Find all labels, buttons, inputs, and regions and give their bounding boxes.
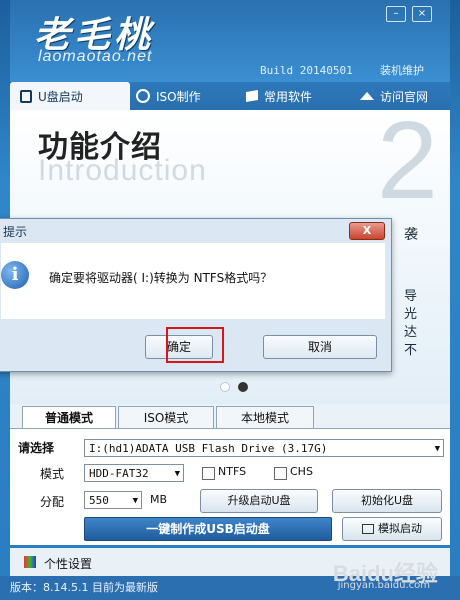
highlight-box	[166, 327, 224, 363]
app-header: 老毛桃 laomaotao.net Build 20140501 装机维护 – …	[10, 0, 450, 82]
nav-label: U盘启动	[38, 89, 83, 104]
simulate-boot-button[interactable]: 模拟启动	[342, 517, 442, 541]
package-icon	[246, 89, 258, 103]
app-window: 老毛桃 laomaotao.net Build 20140501 装机维护 – …	[0, 0, 460, 600]
cancel-button[interactable]: 取消	[263, 335, 377, 359]
carousel-dot-active[interactable]	[238, 382, 248, 392]
intro-side-char: 达	[404, 325, 418, 340]
tab-normal-mode[interactable]: 普通模式	[22, 406, 116, 429]
upgrade-usb-button[interactable]: 升级启动U盘	[200, 489, 318, 513]
nav-iso[interactable]: ISO制作	[136, 82, 201, 110]
intro-subtitle: Introduction	[38, 154, 207, 187]
mode-label: 模式	[40, 467, 65, 481]
dialog-title: 提示	[3, 225, 28, 239]
palette-icon	[24, 556, 36, 568]
intro-side-char: 袭	[404, 227, 418, 243]
nav-software[interactable]: 常用软件	[246, 82, 312, 110]
info-icon: i	[1, 261, 29, 289]
intro-page-number: 2	[376, 99, 438, 222]
mode-select[interactable]: HDD-FAT32 ▼	[84, 464, 184, 482]
site-url: laomaotao.net	[38, 48, 153, 65]
drive-select[interactable]: I:(hd1)ADATA USB Flash Drive (3.17G) ▼	[84, 439, 444, 457]
ntfs-checkbox[interactable]	[202, 467, 215, 480]
nav-usb-boot[interactable]: U盘启动	[10, 82, 130, 110]
simulate-label: 模拟启动	[378, 522, 422, 535]
alloc-value: 550	[89, 494, 109, 507]
close-icon[interactable]: ×	[412, 6, 432, 22]
usb-boot-form: 请选择 I:(hd1)ADATA USB Flash Drive (3.17G)…	[10, 428, 450, 545]
alloc-label: 分配	[40, 495, 65, 509]
carousel-dots	[220, 382, 248, 392]
usb-icon	[20, 89, 32, 103]
chevron-down-icon: ▼	[434, 444, 440, 454]
carousel-dot[interactable]	[220, 382, 230, 392]
minimize-icon[interactable]: –	[386, 6, 406, 22]
intro-side-char: 光	[404, 307, 418, 322]
intro-side-char: 导	[404, 289, 418, 304]
chevron-down-icon: ▼	[174, 469, 180, 479]
intro-side-char: 不	[404, 343, 418, 358]
nav-label: 常用软件	[264, 89, 313, 104]
mode-tabs: 普通模式 ISO模式 本地模式	[10, 404, 450, 429]
baidu-watermark-url: jingyan.baidu.com	[337, 580, 430, 591]
tab-iso-mode[interactable]: ISO模式	[118, 406, 214, 429]
home-icon	[360, 92, 374, 100]
version-status: 版本：8.14.5.1 目前为最新版	[10, 581, 158, 594]
make-bootable-button[interactable]: 一键制作成USB启动盘	[84, 517, 332, 541]
dialog-body: i 确定要将驱动器( I:)转换为 NTFS格式吗？	[1, 243, 385, 319]
dialog-message: 确定要将驱动器( I:)转换为 NTFS格式吗？	[49, 271, 273, 285]
chevron-down-icon: ▼	[132, 496, 138, 506]
nav-label: ISO制作	[156, 89, 201, 104]
build-label: Build 20140501	[260, 64, 353, 77]
build-note: 装机维护	[380, 64, 424, 77]
personal-settings-link[interactable]: 个性设置	[44, 555, 92, 572]
mode-select-value: HDD-FAT32	[89, 467, 149, 480]
tab-local-mode[interactable]: 本地模式	[216, 406, 314, 429]
monitor-icon	[362, 524, 374, 534]
window-controls: – ×	[386, 6, 432, 22]
ntfs-label: NTFS	[218, 465, 247, 478]
alloc-unit: MB	[150, 493, 168, 506]
chs-checkbox[interactable]	[274, 467, 287, 480]
alloc-select[interactable]: 550 ▼	[84, 491, 142, 509]
drive-select-label: 请选择	[18, 441, 55, 455]
drive-select-value: I:(hd1)ADATA USB Flash Drive (3.17G)	[89, 442, 328, 455]
init-usb-button[interactable]: 初始化U盘	[332, 489, 442, 513]
chs-label: CHS	[290, 465, 313, 478]
dialog-close-button[interactable]: X	[349, 222, 385, 240]
disc-icon	[136, 89, 150, 103]
